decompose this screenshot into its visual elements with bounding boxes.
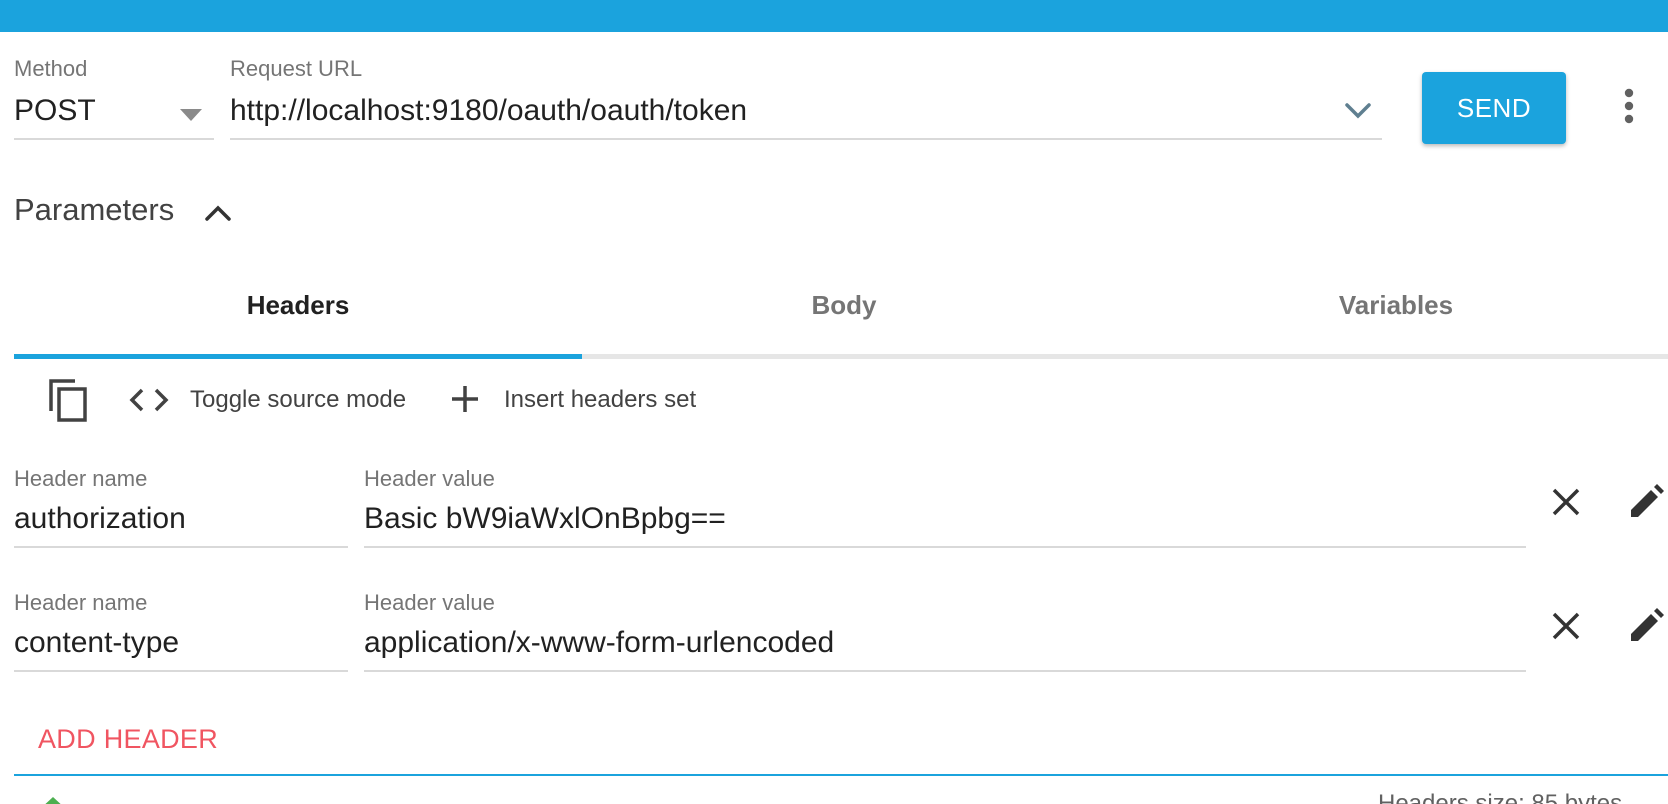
request-url-label: Request URL	[230, 56, 363, 81]
insert-headers-set-button[interactable]: Insert headers set	[446, 380, 706, 420]
collapse-chevron-up-icon[interactable]	[200, 198, 236, 228]
method-select[interactable]: POST	[14, 88, 214, 140]
toggle-source-mode-button[interactable]: Toggle source mode	[126, 380, 422, 420]
edit-header-pencil-icon[interactable]	[1626, 606, 1666, 646]
plus-icon	[450, 384, 480, 419]
send-button[interactable]: SEND	[1422, 72, 1566, 144]
code-icon	[128, 386, 170, 419]
header-name-underline	[14, 546, 348, 548]
remove-header-close-icon[interactable]	[1548, 608, 1584, 644]
request-url-input[interactable]: http://localhost:9180/oauth/oauth/token	[230, 88, 1382, 140]
more-vert-icon[interactable]	[1614, 84, 1644, 128]
header-name-label: Header name	[14, 466, 148, 491]
content-copy-icon[interactable]	[44, 374, 92, 426]
header-name-input[interactable]: content-type	[14, 626, 348, 670]
toggle-source-mode-label: Toggle source mode	[190, 386, 407, 413]
parameters-title: Parameters	[14, 192, 175, 227]
tab-variables[interactable]: Variables	[1124, 290, 1668, 321]
header-value-label: Header value	[364, 590, 495, 615]
dropdown-arrow-icon	[180, 108, 202, 126]
header-value-input[interactable]: Basic bW9iaWxlOnBpbg==	[364, 502, 1526, 546]
method-label: Method	[14, 56, 88, 81]
tab-body[interactable]: Body	[582, 290, 1106, 321]
url-history-chevron-down-icon[interactable]	[1340, 96, 1376, 126]
method-underline	[14, 138, 214, 140]
app-top-bar	[0, 0, 1668, 32]
request-url-value: http://localhost:9180/oauth/oauth/token	[230, 94, 748, 127]
add-header-button[interactable]: ADD HEADER	[38, 724, 218, 755]
headers-panel-bottom-border	[14, 774, 1668, 776]
header-value-label: Header value	[364, 466, 495, 491]
remove-header-close-icon[interactable]	[1548, 484, 1584, 520]
header-value-underline	[364, 670, 1526, 672]
headers-size-text: Headers size: 85 bytes	[1378, 790, 1623, 804]
header-name-label: Header name	[14, 590, 148, 615]
edit-header-pencil-icon[interactable]	[1626, 482, 1666, 522]
insert-headers-set-label: Insert headers set	[504, 386, 697, 413]
header-name-input[interactable]: authorization	[14, 502, 348, 546]
request-url-underline	[230, 138, 1382, 140]
tab-headers[interactable]: Headers	[14, 290, 582, 321]
active-tab-indicator	[14, 354, 582, 359]
header-value-underline	[364, 546, 1526, 548]
header-value-input[interactable]: application/x-www-form-urlencoded	[364, 626, 1526, 670]
warning-icon	[40, 796, 66, 804]
method-value: POST	[14, 94, 96, 127]
header-name-underline	[14, 670, 348, 672]
